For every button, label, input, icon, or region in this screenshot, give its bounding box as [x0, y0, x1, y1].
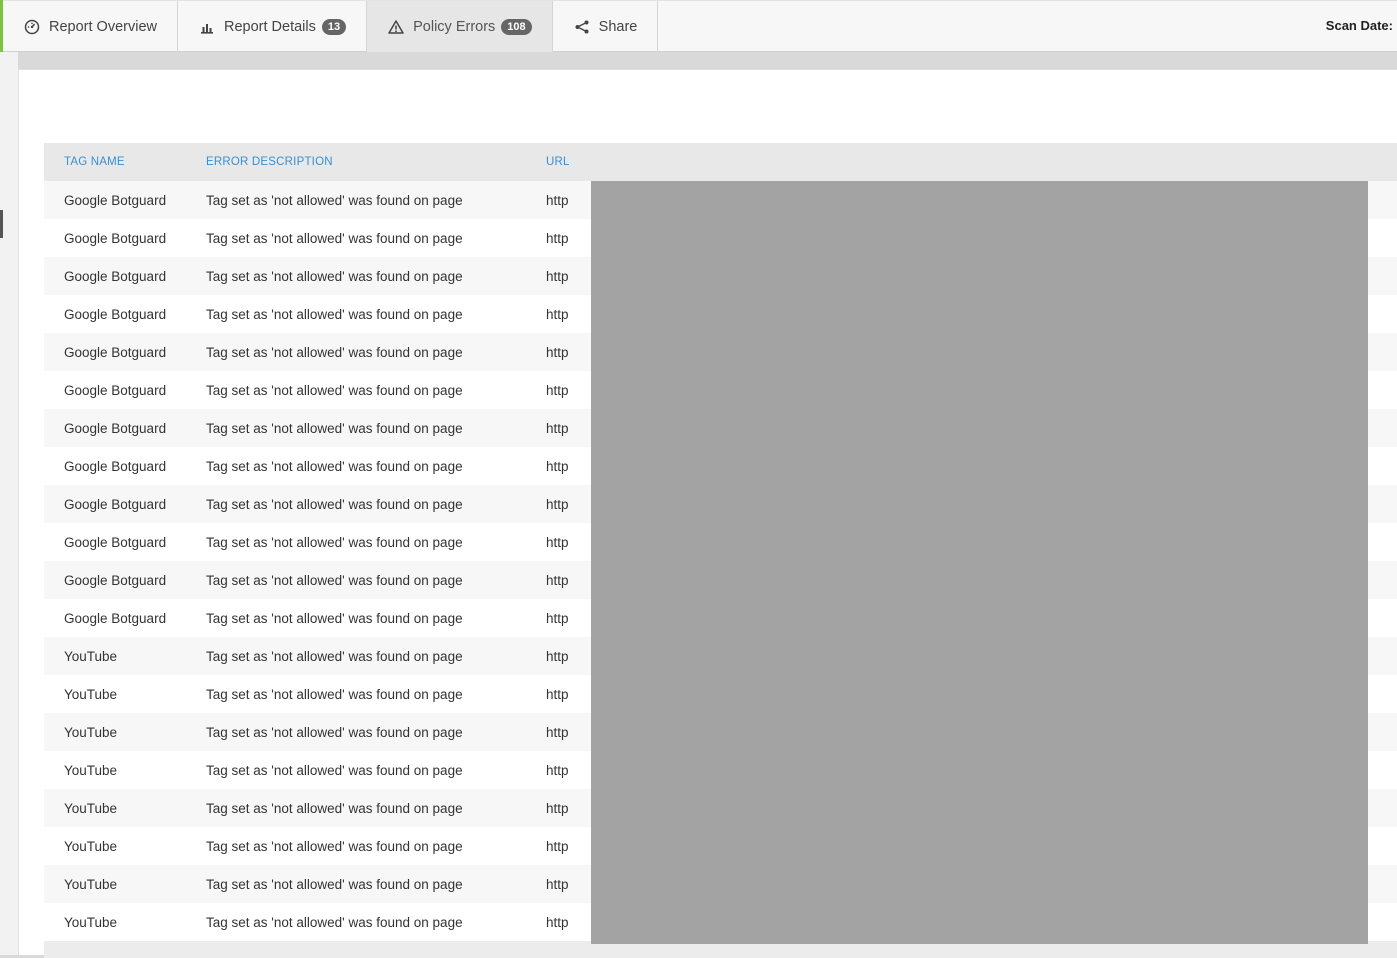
error-description-cell: Tag set as 'not allowed' was found on pa…	[206, 762, 463, 778]
tab-label: Share	[598, 18, 638, 35]
column-header-error-description[interactable]: ERROR DESCRIPTION	[206, 156, 546, 168]
error-description-cell: Tag set as 'not allowed' was found on pa…	[206, 192, 463, 208]
count-badge: 108	[501, 18, 532, 35]
error-description-cell: Tag set as 'not allowed' was found on pa…	[206, 230, 463, 246]
tag-name-cell: Google Botguard	[64, 382, 167, 398]
error-description-cell: Tag set as 'not allowed' was found on pa…	[206, 914, 463, 930]
left-scroll-handle[interactable]	[0, 210, 3, 238]
tab-share[interactable]: Share	[553, 1, 659, 52]
tag-name-cell: Google Botguard	[64, 192, 167, 208]
error-description-cell: Tag set as 'not allowed' was found on pa…	[206, 534, 463, 550]
tag-name-cell: Google Botguard	[64, 572, 167, 588]
table-header: TAG NAME ERROR DESCRIPTION URL	[44, 143, 1397, 181]
tag-name-cell: YouTube	[64, 686, 118, 702]
error-description-cell: Tag set as 'not allowed' was found on pa…	[206, 306, 463, 322]
error-description-cell: Tag set as 'not allowed' was found on pa…	[206, 876, 463, 892]
column-header-tag-name[interactable]: TAG NAME	[44, 156, 206, 168]
tab-label: Report Details	[223, 18, 316, 35]
tag-name-cell: YouTube	[64, 800, 118, 816]
warning-icon	[387, 18, 405, 36]
tab-label: Policy Errors	[413, 18, 496, 35]
tag-name-cell: Google Botguard	[64, 534, 167, 550]
error-description-cell: Tag set as 'not allowed' was found on pa…	[206, 838, 463, 854]
tag-name-cell: Google Botguard	[64, 458, 167, 474]
error-description-cell: Tag set as 'not allowed' was found on pa…	[206, 686, 463, 702]
tab-report-details[interactable]: Report Details 13	[178, 1, 368, 52]
tag-name-cell: YouTube	[64, 724, 118, 740]
share-icon	[573, 18, 591, 36]
left-gutter	[0, 52, 18, 955]
redacted-url-block	[591, 181, 1368, 944]
tag-name-cell: Google Botguard	[64, 496, 167, 512]
tag-name-cell: Google Botguard	[64, 420, 167, 436]
error-description-cell: Tag set as 'not allowed' was found on pa…	[206, 420, 463, 436]
tab-report-overview[interactable]: Report Overview	[3, 1, 178, 52]
top-nav-bar: Report Overview Report Details 13 Policy…	[0, 0, 1397, 52]
tag-name-cell: Google Botguard	[64, 306, 167, 322]
tab-policy-errors[interactable]: Policy Errors 108	[367, 1, 553, 52]
bar-chart-icon	[198, 18, 216, 36]
report-tabs: Report Overview Report Details 13 Policy…	[3, 1, 659, 52]
count-badge: 13	[321, 18, 347, 35]
scan-date-label: Scan Date:	[1325, 18, 1393, 33]
tag-name-cell: YouTube	[64, 914, 118, 930]
tab-label: Report Overview	[49, 18, 157, 35]
error-description-cell: Tag set as 'not allowed' was found on pa…	[206, 648, 463, 664]
error-description-cell: Tag set as 'not allowed' was found on pa…	[206, 382, 463, 398]
tag-name-cell: Google Botguard	[64, 610, 167, 626]
error-description-cell: Tag set as 'not allowed' was found on pa…	[206, 800, 463, 816]
error-description-cell: Tag set as 'not allowed' was found on pa…	[206, 724, 463, 740]
error-description-cell: Tag set as 'not allowed' was found on pa…	[206, 268, 463, 284]
error-description-cell: Tag set as 'not allowed' was found on pa…	[206, 572, 463, 588]
tag-name-cell: YouTube	[64, 838, 118, 854]
tag-name-cell: YouTube	[64, 876, 118, 892]
error-description-cell: Tag set as 'not allowed' was found on pa…	[206, 496, 463, 512]
gauge-icon	[23, 18, 41, 36]
error-description-cell: Tag set as 'not allowed' was found on pa…	[206, 610, 463, 626]
tag-name-cell: Google Botguard	[64, 230, 167, 246]
tag-name-cell: YouTube	[64, 762, 118, 778]
tag-name-cell: YouTube	[64, 648, 118, 664]
tag-name-cell: Google Botguard	[64, 344, 167, 360]
error-description-cell: Tag set as 'not allowed' was found on pa…	[206, 458, 463, 474]
column-header-url[interactable]: URL	[546, 156, 1397, 168]
error-description-cell: Tag set as 'not allowed' was found on pa…	[206, 344, 463, 360]
tag-name-cell: Google Botguard	[64, 268, 167, 284]
